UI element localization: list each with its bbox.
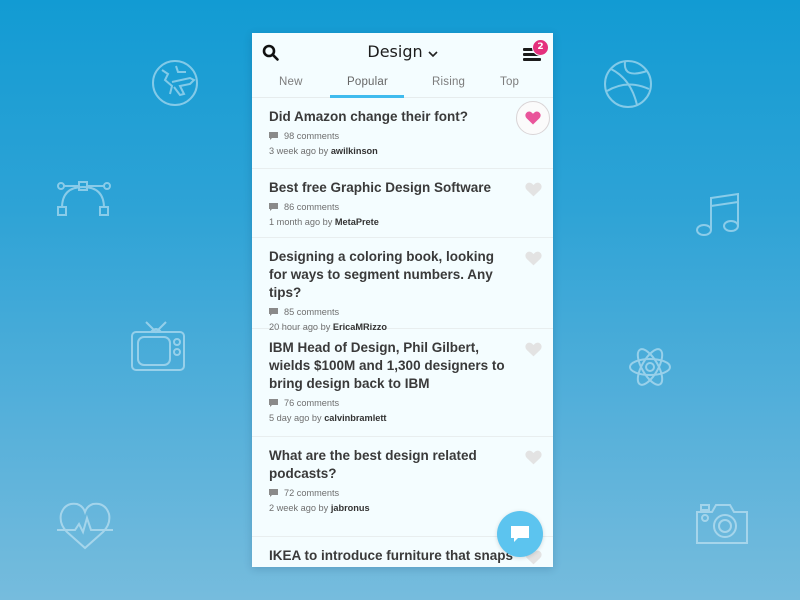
- category-dropdown[interactable]: Design: [367, 42, 438, 62]
- bezier-curve-icon: [55, 181, 113, 217]
- comment-count[interactable]: 85 comments: [284, 307, 339, 317]
- tab-popular[interactable]: Popular: [347, 76, 388, 88]
- post-author[interactable]: MetaPrete: [335, 217, 379, 227]
- post-time: 3 week ago by: [269, 146, 329, 156]
- tab-new[interactable]: New: [279, 76, 303, 88]
- notification-badge: 2: [532, 39, 549, 56]
- comment-icon: [269, 308, 278, 318]
- like-button[interactable]: [516, 101, 550, 135]
- list-item[interactable]: Did Amazon change their font? 98 comment…: [252, 98, 553, 169]
- list-item[interactable]: Best free Graphic Design Software 86 com…: [252, 169, 553, 238]
- heartbeat-icon: [57, 500, 113, 552]
- atom-icon: [628, 343, 672, 391]
- tv-icon: [131, 320, 185, 372]
- post-author[interactable]: jabronus: [331, 503, 370, 513]
- comment-icon: [269, 489, 278, 499]
- comment-icon: [269, 203, 278, 213]
- post-author[interactable]: calvinbramlett: [324, 413, 386, 423]
- tab-top[interactable]: Top: [500, 76, 519, 88]
- list-item[interactable]: Designing a coloring book, looking for w…: [252, 238, 553, 332]
- heart-filled-icon: [525, 111, 541, 125]
- comment-count[interactable]: 72 comments: [284, 488, 339, 498]
- basketball-icon: [603, 59, 653, 109]
- comment-count[interactable]: 98 comments: [284, 131, 339, 141]
- heart-outline-icon[interactable]: [525, 182, 542, 197]
- app-header: Design 2: [252, 33, 553, 73]
- post-list: Did Amazon change their font? 98 comment…: [252, 98, 553, 567]
- post-title[interactable]: Best free Graphic Design Software: [269, 179, 513, 197]
- post-title[interactable]: What are the best design related podcast…: [269, 447, 513, 483]
- heart-outline-icon[interactable]: [525, 342, 542, 357]
- post-time: 1 month ago by: [269, 217, 333, 227]
- heart-outline-icon[interactable]: [525, 251, 542, 266]
- tab-bar: New Popular Rising Top: [252, 73, 553, 98]
- chat-bubble-icon: [511, 526, 529, 542]
- tab-rising[interactable]: Rising: [432, 76, 465, 88]
- post-title[interactable]: Did Amazon change their font?: [269, 108, 513, 126]
- comment-icon: [269, 399, 278, 409]
- music-note-icon: [695, 192, 741, 238]
- comment-icon: [269, 132, 278, 142]
- menu-button[interactable]: 2: [523, 39, 549, 63]
- comment-count[interactable]: 76 comments: [284, 398, 339, 408]
- post-title[interactable]: IBM Head of Design, Phil Gilbert, wields…: [269, 339, 513, 393]
- app-window: Design 2 New Popular Rising Top Did Amaz…: [252, 33, 553, 567]
- post-title[interactable]: IKEA to introduce furniture that snaps: [269, 547, 513, 565]
- heart-outline-icon[interactable]: [525, 450, 542, 465]
- globe-plane-icon: [150, 58, 200, 108]
- camera-icon: [696, 502, 748, 544]
- page-title: Design: [367, 42, 423, 61]
- post-time: 5 day ago by: [269, 413, 322, 423]
- post-time: 2 week ago by: [269, 503, 329, 513]
- post-author[interactable]: awilkinson: [331, 146, 378, 156]
- chevron-down-icon: [428, 43, 438, 62]
- post-title[interactable]: Designing a coloring book, looking for w…: [269, 248, 513, 302]
- comment-count[interactable]: 86 comments: [284, 202, 339, 212]
- new-post-button[interactable]: [497, 511, 543, 557]
- list-item[interactable]: IBM Head of Design, Phil Gilbert, wields…: [252, 329, 553, 437]
